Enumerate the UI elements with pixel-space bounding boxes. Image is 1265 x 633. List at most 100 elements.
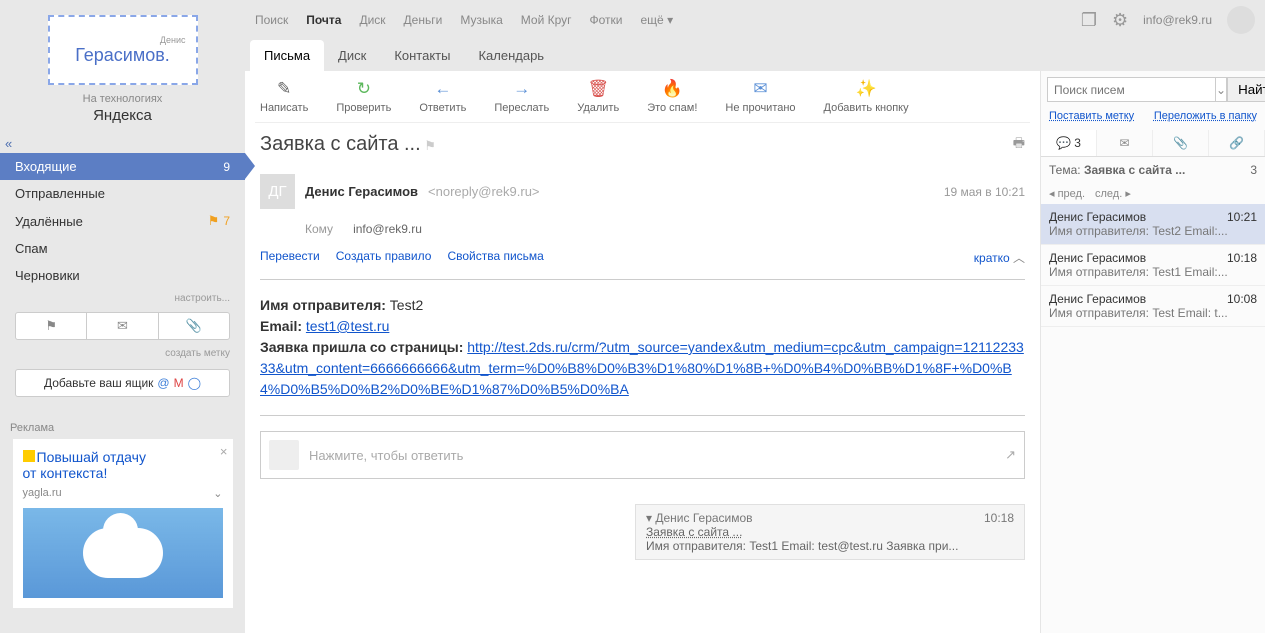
trash-icon: 🗑 <box>587 79 609 99</box>
folder-list: « Входящие 9 Отправленные Удалённые ⚑7 С… <box>0 134 245 407</box>
folder-inbox[interactable]: Входящие 9 <box>0 153 245 180</box>
books-icon[interactable]: ❐ <box>1081 10 1097 31</box>
nav-money[interactable]: Деньги <box>404 13 443 27</box>
logo[interactable]: Денис Герасимов. <box>48 15 198 85</box>
spam-button[interactable]: 🔥Это спам! <box>647 79 697 114</box>
to-value: info@rek9.ru <box>353 222 422 236</box>
body-email-link[interactable]: test1@test.ru <box>306 318 389 334</box>
fire-icon: 🔥 <box>662 79 683 99</box>
tabs: Письма Диск Контакты Календарь <box>245 40 558 71</box>
mi-sender: Денис Герасимов <box>1049 292 1146 306</box>
reply-button[interactable]: ←Ответить <box>419 79 466 114</box>
nav-search[interactable]: Поиск <box>255 13 288 27</box>
tab-contacts[interactable]: Контакты <box>380 40 464 71</box>
triple-button: ⚑ ✉ 📎 <box>15 312 230 340</box>
search-input[interactable] <box>1047 77 1216 102</box>
flag-icon[interactable]: ⚑ <box>424 138 436 153</box>
nav-more[interactable]: ещё ▾ <box>641 13 674 27</box>
search-dropdown[interactable]: ⌄ <box>1216 77 1227 102</box>
add-mailbox-button[interactable]: Добавьте ваш ящик @ M ◯ <box>15 369 230 397</box>
body-name-val: Test2 <box>386 297 423 313</box>
search-button[interactable]: Найти <box>1227 77 1265 102</box>
folder-sent[interactable]: Отправленные <box>0 180 245 207</box>
reply-icon: ← <box>434 79 451 99</box>
chevron-down-icon[interactable]: ⌄ <box>213 487 222 500</box>
body-label-name: Имя отправителя: <box>260 297 386 313</box>
forward-button[interactable]: →Переслать <box>494 79 549 114</box>
back-arrows-icon[interactable]: « <box>0 134 245 153</box>
toolbar: ✎Написать ↻Проверить ←Ответить →Переслат… <box>255 71 1030 123</box>
print-icon[interactable]: 🖶 <box>1013 134 1025 156</box>
refresh-icon: ↻ <box>357 79 371 99</box>
compose-button[interactable]: ✎Написать <box>260 79 308 114</box>
move-folder-link[interactable]: Переложить в папку <box>1154 110 1257 122</box>
set-label-link[interactable]: Поставить метку <box>1049 110 1134 122</box>
prev-link[interactable]: ◂ пред. <box>1049 187 1085 200</box>
to-label: Кому <box>305 222 333 236</box>
brief-toggle[interactable]: кратко ︿ <box>974 249 1025 266</box>
attach-button[interactable]: 📎 <box>159 313 229 339</box>
message-body: Имя отправителя: Test2 Email: test1@test… <box>255 285 1030 410</box>
right-panel: ⌄ Найти Поставить метку Переложить в пап… <box>1040 71 1265 633</box>
top-nav: Поиск Почта Диск Деньги Музыка Мой Круг … <box>245 0 1265 40</box>
mi-sender: Денис Герасимов <box>1049 251 1146 265</box>
ad-close-icon[interactable]: × <box>220 444 228 459</box>
setup-link[interactable]: настроить... <box>0 293 245 304</box>
folder-count: 9 <box>223 160 230 174</box>
nav-disk[interactable]: Диск <box>359 13 385 27</box>
envelope-button[interactable]: ✉ <box>87 313 158 339</box>
nav-mail[interactable]: Почта <box>306 13 341 27</box>
reply-avatar <box>269 440 299 470</box>
reply-box[interactable]: Нажмите, чтобы ответить ↗ <box>260 431 1025 479</box>
sidebar: Денис Герасимов. На технологиях Яндекса … <box>0 0 245 633</box>
create-label-link[interactable]: создать метку <box>0 348 245 359</box>
mi-preview: Имя отправителя: Test2 Email:... <box>1049 224 1257 238</box>
check-button[interactable]: ↻Проверить <box>336 79 391 114</box>
thread-preview[interactable]: ▾ Денис Герасимов10:18 Заявка с сайта ..… <box>635 504 1025 560</box>
flag-button[interactable]: ⚑ <box>16 313 87 339</box>
next-link[interactable]: след. ▸ <box>1095 187 1131 200</box>
avatar[interactable] <box>1227 6 1255 34</box>
tab-letters[interactable]: Письма <box>250 40 324 71</box>
sender-email: <noreply@rek9.ru> <box>428 184 539 199</box>
user-email[interactable]: info@rek9.ru <box>1143 13 1212 27</box>
msg-item-1[interactable]: Денис Герасимов10:21 Имя отправителя: Te… <box>1041 204 1265 245</box>
tab-disk[interactable]: Диск <box>324 40 380 71</box>
translate-link[interactable]: Перевести <box>260 249 320 266</box>
ad-domain: yagla.ru <box>23 487 62 500</box>
compose-icon: ✎ <box>277 79 291 99</box>
folder-spam[interactable]: Спам <box>0 235 245 262</box>
mi-time: 10:18 <box>1227 251 1257 265</box>
msg-item-3[interactable]: Денис Герасимов10:08 Имя отправителя: Te… <box>1041 286 1265 327</box>
nav-music[interactable]: Музыка <box>460 13 502 27</box>
delete-button[interactable]: 🗑Удалить <box>577 79 619 114</box>
body-label-page: Заявка пришла со страницы: <box>260 339 463 355</box>
mi-preview: Имя отправителя: Test1 Email:... <box>1049 265 1257 279</box>
rtab-attach[interactable]: 📎 <box>1153 130 1209 156</box>
gear-icon[interactable]: ⚙ <box>1112 10 1128 31</box>
nav-photos[interactable]: Фотки <box>590 13 623 27</box>
forward-icon: → <box>513 79 530 99</box>
add-mailbox-label: Добавьте ваш ящик <box>44 376 153 390</box>
tp-subject: Заявка с сайта ... <box>646 525 1014 539</box>
expand-icon[interactable]: ↗ <box>1005 447 1016 463</box>
tab-calendar[interactable]: Календарь <box>464 40 558 71</box>
ad-block[interactable]: × Повышай отдачу от контекста! yagla.ru⌄ <box>13 439 233 608</box>
right-tabs: 💬 3 ✉ 📎 🔗 <box>1041 130 1265 157</box>
folder-label: Входящие <box>15 159 77 174</box>
logo-name: Герасимов. <box>75 45 170 66</box>
folder-deleted[interactable]: Удалённые ⚑7 <box>0 207 245 235</box>
rtab-thread[interactable]: 💬 3 <box>1041 130 1097 156</box>
unread-button[interactable]: ✉Не прочитано <box>725 79 795 114</box>
msg-item-2[interactable]: Денис Герасимов 10:18 Имя отправителя: Te… <box>1041 245 1265 286</box>
sender-avatar: ДГ <box>260 174 295 209</box>
sparkle-icon: ✨ <box>856 79 877 99</box>
rtab-envelope[interactable]: ✉ <box>1097 130 1153 156</box>
create-rule-link[interactable]: Создать правило <box>336 249 432 266</box>
folder-drafts[interactable]: Черновики <box>0 262 245 289</box>
nav-circle[interactable]: Мой Круг <box>521 13 572 27</box>
properties-link[interactable]: Свойства письма <box>447 249 543 266</box>
rtab-link[interactable]: 🔗 <box>1209 130 1265 156</box>
addbtn-button[interactable]: ✨Добавить кнопку <box>824 79 909 114</box>
ad-favicon <box>23 450 35 462</box>
